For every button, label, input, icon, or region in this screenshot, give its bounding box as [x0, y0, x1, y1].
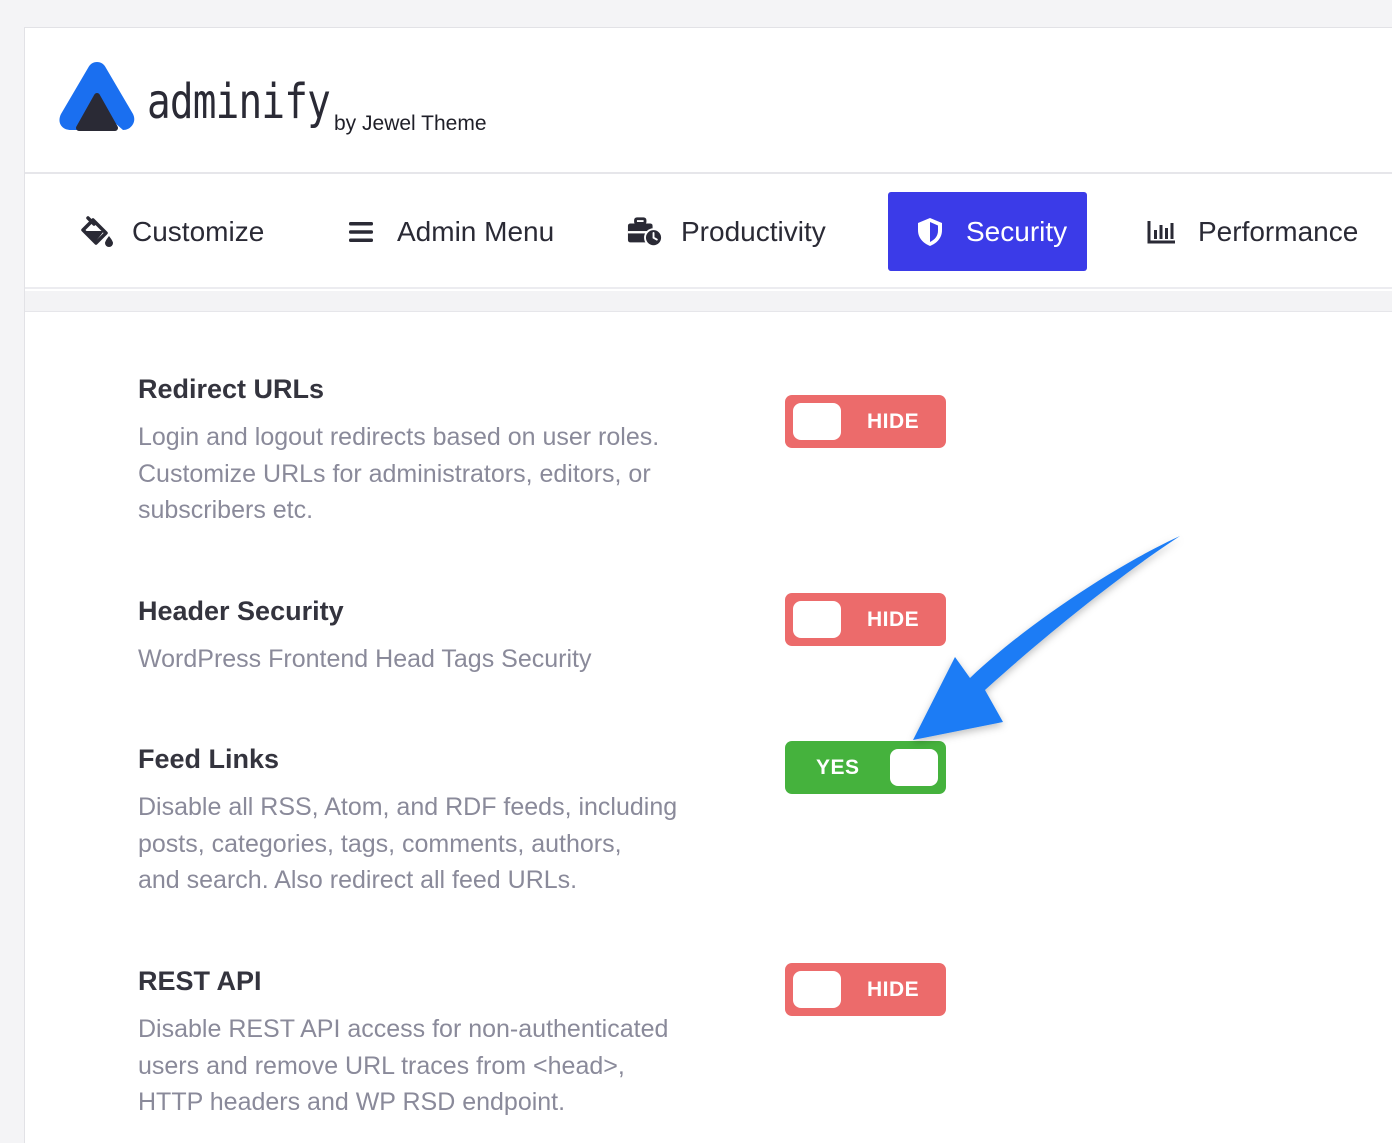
desc-line: posts, categories, tags, comments, autho…	[138, 829, 622, 858]
toggle-label: HIDE	[867, 978, 920, 1001]
menu-lines-icon	[343, 214, 379, 250]
briefcase-clock-icon	[627, 214, 663, 250]
brand-header: adminify by Jewel Theme	[25, 28, 1392, 174]
setting-feed-links: Feed Links Disable all RSS, Atom, and RD…	[138, 744, 758, 899]
rest-api-toggle[interactable]: HIDE	[785, 963, 946, 1016]
setting-title: REST API	[138, 966, 262, 996]
setting-description: Login and logout redirects based on user…	[138, 419, 758, 529]
feed-links-toggle[interactable]: YES	[785, 741, 946, 794]
setting-description: WordPress Frontend Head Tags Security	[138, 641, 758, 678]
desc-line: and search. Also redirect all feed URLs.	[138, 866, 578, 894]
desc-line: users and remove URL traces from <head>,	[138, 1051, 625, 1080]
tab-label: Security	[966, 215, 1068, 247]
setting-redirect-urls: Redirect URLs Login and logout redirects…	[138, 374, 758, 529]
tab-admin-menu[interactable]: Admin Menu	[343, 192, 554, 271]
setting-description: Disable REST API access for non-authenti…	[138, 1011, 758, 1121]
toggle-knob	[793, 601, 841, 638]
toggle-label: HIDE	[867, 410, 920, 433]
desc-line: HTTP headers and WP RSD endpoint.	[138, 1088, 566, 1116]
toggle-knob	[793, 403, 841, 440]
tab-label: Admin Menu	[397, 215, 555, 247]
setting-title: Header Security	[138, 596, 344, 626]
tab-security[interactable]: Security	[888, 192, 1088, 271]
tab-customize[interactable]: Customize	[78, 192, 264, 271]
brand-name: adminify	[147, 74, 331, 130]
toggle-label: HIDE	[867, 608, 920, 631]
toggle-knob	[793, 971, 841, 1008]
paint-bucket-icon	[78, 214, 114, 250]
setting-header-security: Header Security WordPress Frontend Head …	[138, 596, 758, 678]
desc-line: subscribers etc.	[138, 496, 314, 524]
sub-toolbar	[25, 291, 1392, 312]
desc-line: Disable all RSS, Atom, and RDF feeds, in…	[138, 793, 678, 821]
setting-rest-api: REST API Disable REST API access for non…	[138, 966, 758, 1121]
redirect-urls-toggle[interactable]: HIDE	[785, 395, 946, 448]
shield-icon	[912, 214, 948, 250]
setting-title: Feed Links	[138, 744, 280, 774]
settings-panel: adminify by Jewel Theme Customize Admin …	[24, 27, 1392, 1143]
tab-productivity[interactable]: Productivity	[627, 192, 826, 271]
desc-line: Login and logout redirects based on user…	[138, 423, 660, 451]
toggle-label: YES	[816, 756, 860, 779]
brand-byline: by Jewel Theme	[334, 112, 487, 135]
desc-line: Customize URLs for administrators, edito…	[138, 459, 651, 488]
tab-performance[interactable]: Performance	[1144, 192, 1358, 271]
toggle-knob	[890, 749, 938, 786]
tab-label: Productivity	[681, 215, 826, 247]
desc-line: Disable REST API access for non-authenti…	[138, 1015, 669, 1043]
bar-chart-icon	[1144, 214, 1180, 250]
header-security-toggle[interactable]: HIDE	[785, 593, 946, 646]
desc-line: WordPress Frontend Head Tags Security	[138, 645, 592, 673]
adminify-logo-icon	[57, 60, 137, 132]
setting-description: Disable all RSS, Atom, and RDF feeds, in…	[138, 789, 758, 899]
tab-bar: Customize Admin Menu Productivity Securi…	[25, 176, 1392, 289]
setting-title: Redirect URLs	[138, 374, 325, 404]
tab-label: Performance	[1198, 215, 1359, 247]
tab-label: Customize	[132, 215, 265, 247]
